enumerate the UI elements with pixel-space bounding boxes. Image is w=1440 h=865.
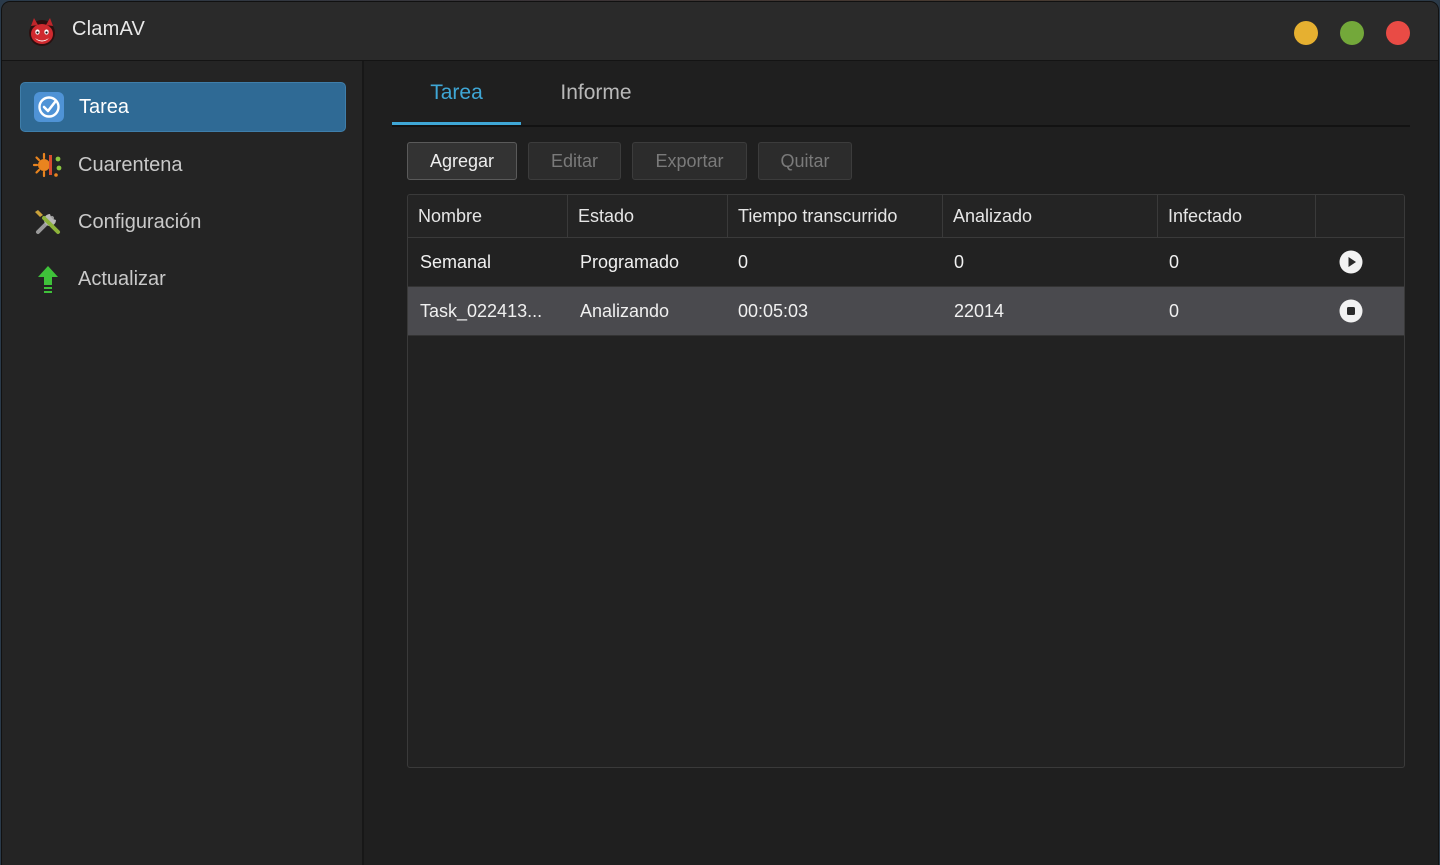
column-header-analizado[interactable]: Analizado [943, 195, 1158, 237]
tab-tarea[interactable]: Tarea [392, 81, 521, 125]
sidebar-item-tarea[interactable]: Tarea [20, 82, 346, 132]
table-row[interactable]: Semanal Programado 0 0 0 [408, 238, 1404, 287]
cell-infected: 0 [1169, 251, 1180, 272]
wrench-screwdriver-icon [32, 206, 64, 238]
sidebar-item-cuarentena[interactable]: Cuarentena [20, 140, 346, 190]
remove-button[interactable]: Quitar [758, 142, 852, 180]
cell-scanned: 0 [954, 251, 965, 272]
cell-elapsed: 0 [738, 251, 749, 272]
play-icon[interactable] [1339, 250, 1363, 274]
title-bar: ClamAV [2, 2, 1438, 61]
cell-status: Programado [580, 251, 680, 272]
tab-informe[interactable]: Informe [538, 81, 654, 125]
task-check-icon [33, 91, 65, 123]
update-arrow-up-icon [32, 263, 64, 295]
column-header-infectado[interactable]: Infectado [1158, 195, 1316, 237]
export-button[interactable]: Exportar [632, 142, 747, 180]
maximize-button[interactable] [1340, 21, 1364, 45]
app-window: ClamAV Tarea Cuarentena Configuración Ac… [2, 2, 1438, 865]
close-button[interactable] [1386, 21, 1410, 45]
stop-icon[interactable] [1339, 299, 1363, 323]
column-header-nombre[interactable]: Nombre [408, 195, 568, 237]
app-title: ClamAV [72, 18, 146, 40]
table-row[interactable]: Task_022413... Analizando 00:05:03 22014… [408, 287, 1404, 336]
column-header-estado[interactable]: Estado [568, 195, 728, 237]
sidebar-item-actualizar[interactable]: Actualizar [20, 254, 346, 304]
add-button[interactable]: Agregar [407, 142, 517, 180]
cell-status: Analizando [580, 300, 670, 321]
task-table: Nombre Estado Tiempo transcurrido Analiz… [407, 194, 1405, 768]
cell-name: Task_022413... [420, 300, 543, 321]
minimize-button[interactable] [1294, 21, 1318, 45]
main-content: Tarea Informe Agregar Editar Exportar Qu… [364, 61, 1438, 865]
cell-infected: 0 [1169, 300, 1180, 321]
column-header-tiempo[interactable]: Tiempo transcurrido [728, 195, 943, 237]
sidebar-item-configuracion[interactable]: Configuración [20, 197, 346, 247]
table-header: Nombre Estado Tiempo transcurrido Analiz… [408, 195, 1404, 238]
sidebar-item-label: Actualizar [78, 267, 166, 290]
cell-elapsed: 00:05:03 [738, 300, 809, 321]
sidebar-item-label: Cuarentena [78, 153, 183, 176]
quarantine-virus-icon [32, 149, 64, 181]
sidebar: Tarea Cuarentena Configuración Actualiza… [2, 61, 364, 865]
sidebar-item-label: Tarea [79, 95, 130, 118]
sidebar-item-label: Configuración [78, 210, 202, 233]
tab-bar: Tarea Informe [392, 61, 1410, 127]
edit-button[interactable]: Editar [528, 142, 621, 180]
cell-scanned: 22014 [954, 300, 1005, 321]
cell-name: Semanal [420, 251, 492, 272]
column-header-action [1316, 195, 1404, 237]
clamav-logo-icon [26, 16, 58, 48]
